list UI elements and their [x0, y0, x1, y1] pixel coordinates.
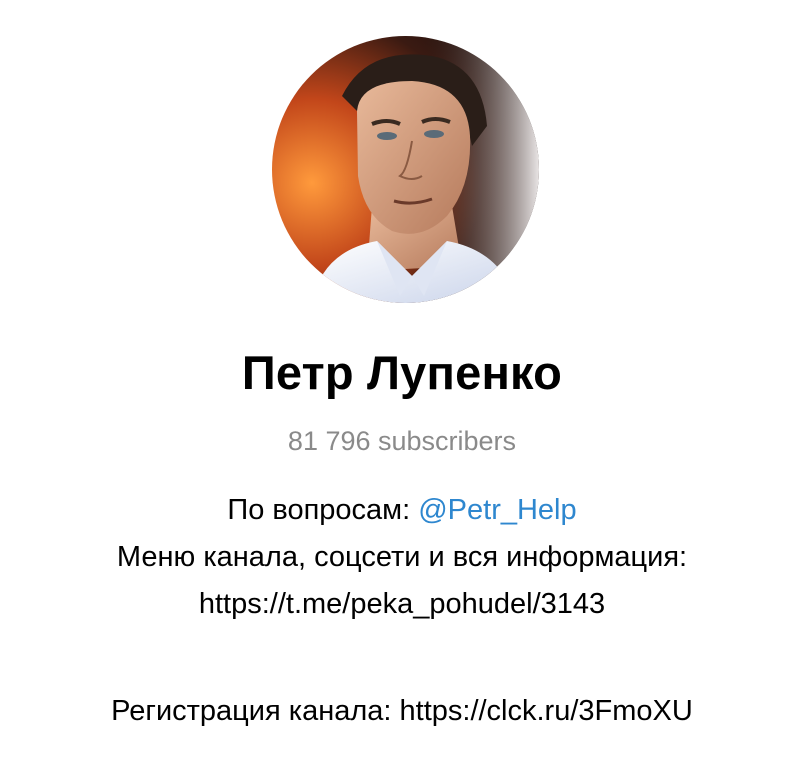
- channel-avatar[interactable]: [272, 36, 539, 303]
- questions-label: По вопросам:: [227, 494, 419, 526]
- petr-help-mention-link[interactable]: @Petr_Help: [418, 494, 576, 526]
- subscriber-count: 81 796 subscribers: [287, 426, 517, 456]
- menu-post-link[interactable]: https://t.me/peka_pohudel/3143: [199, 588, 605, 620]
- description-line-registration: Регистрация канала: https://clck.ru/3Fmo…: [0, 688, 804, 735]
- description-line-questions: По вопросам: @Petr_Help: [0, 487, 804, 534]
- description-line-menu: Меню канала, соцсети и вся информация:: [116, 541, 688, 573]
- registration-label: Регистрация канала:: [111, 695, 400, 727]
- description-line-menu-link: https://t.me/peka_pohudel/3143: [0, 581, 804, 628]
- channel-title: Петр Лупенко: [241, 346, 563, 399]
- avatar-photo-icon: [272, 36, 539, 303]
- channel-description: По вопросам: @Petr_Help Меню канала, соц…: [0, 487, 804, 735]
- description-spacer: [0, 628, 804, 688]
- registration-link[interactable]: https://clck.ru/3FmoXU: [400, 695, 693, 727]
- channel-profile-card: Петр Лупенко 81 796 subscribers По вопро…: [0, 0, 804, 772]
